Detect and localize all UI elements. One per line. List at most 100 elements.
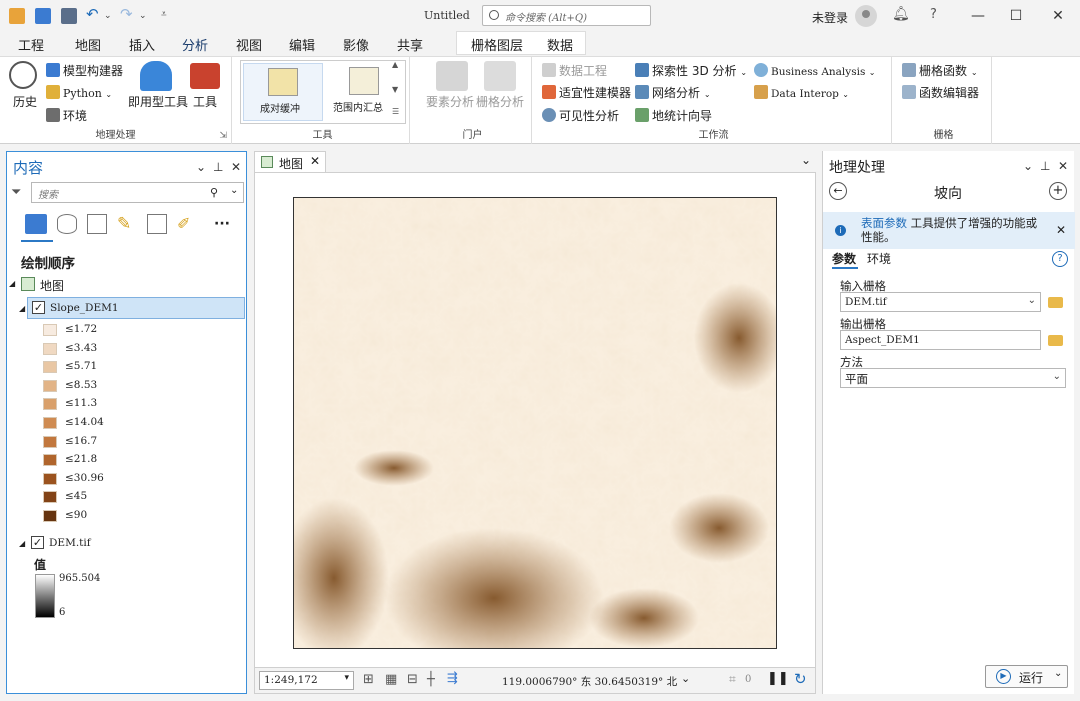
list-by-selection-icon[interactable] [87,214,107,234]
minimize-button[interactable]: — [963,4,993,28]
pin-icon[interactable]: ⊥ [213,160,223,174]
dem-visibility-checkbox[interactable]: ✓ [31,536,44,549]
constraints-icon[interactable]: ⊟ [407,672,418,687]
tab-data[interactable]: 数据 [547,35,573,54]
add-icon[interactable]: + [1049,182,1067,200]
close-button[interactable]: ✕ [1043,4,1073,28]
command-search-input[interactable]: 命令搜索 (Alt+Q) [482,5,651,26]
network-analysis-button[interactable]: 网络分析 ⌄ [635,84,711,101]
filter-icon[interactable]: ⏷ [11,185,21,200]
tools-button[interactable]: 工具 [193,93,217,110]
map-node-label[interactable]: 地图 [40,277,64,294]
list-by-editing-icon[interactable]: ✎ [117,214,131,234]
environments-button[interactable]: 环境 [46,107,87,124]
method-select[interactable]: 平面 ⌄ [840,368,1066,388]
customize-toolbar-icon[interactable]: ⩡ [161,9,177,25]
help-button[interactable]: ? [930,7,937,22]
tab-project[interactable]: 工程 [18,35,44,54]
gallery-scroll-up[interactable]: ▲ [392,60,398,69]
scale-selector[interactable]: 1:249,172 ▾ [259,671,354,690]
maximize-button[interactable]: ☐ [1001,4,1031,28]
tab-environments[interactable]: 环境 [867,250,891,267]
input-raster-field[interactable]: DEM.tif ⌄ [840,292,1041,312]
geostatistical-wizard-button[interactable]: 地统计向导 [635,107,712,124]
notification-bell-icon[interactable]: 🔔︎ [892,6,910,22]
coordinate-format-dropdown[interactable]: ⌄ [681,672,690,685]
ready-to-use-tools-button[interactable]: 即用型工具 [128,93,188,110]
tab-view[interactable]: 视图 [236,35,262,54]
feature-analysis-button[interactable]: 要素分析 [426,93,474,110]
expand-map-icon[interactable]: ◢ [9,279,15,288]
data-interop-button[interactable]: Data Interop ⌄ [754,85,849,100]
history-button[interactable]: 历史 [13,93,37,110]
gallery-scroll-down[interactable]: ▼ [392,85,398,94]
gp-pin-icon[interactable]: ⊥ [1040,159,1050,173]
tab-insert[interactable]: 插入 [129,35,155,54]
dismiss-info-icon[interactable]: ✕ [1056,223,1066,237]
tab-share[interactable]: 共享 [397,35,423,54]
dialog-launcher-icon[interactable]: ⇲ [219,131,227,141]
open-folder-icon[interactable] [35,8,51,24]
raster-analysis-button[interactable]: 栅格分析 [476,93,524,110]
tab-map[interactable]: 地图 [75,35,101,54]
map-view-tab[interactable]: 地图 ✕ [254,151,326,172]
tab-imagery[interactable]: 影像 [343,35,369,54]
tool-help-icon[interactable]: ? [1052,251,1068,267]
info-link[interactable]: 表面参数 [861,216,907,230]
tab-raster-layer[interactable]: 栅格图层 [471,35,523,54]
layer-row-slope[interactable]: ✓ Slope_DEM1 [27,297,245,319]
gallery-expand[interactable]: ☰ [392,107,399,116]
browse-output-folder-icon[interactable] [1048,335,1063,346]
avatar[interactable] [855,5,877,27]
dem-layer-label[interactable]: DEM.tif [49,537,91,549]
expand-slope-icon[interactable]: ◢ [19,304,25,313]
visibility-analysis-button[interactable]: 可见性分析 [542,107,619,124]
function-editor-button[interactable]: 函数编辑器 [902,84,979,101]
grid-icon[interactable]: ▦ [385,672,397,687]
back-icon[interactable]: ← [829,182,847,200]
redo-icon[interactable]: ↷ [120,5,136,23]
exploratory-3d-button[interactable]: 探索性 3D 分析 ⌄ [635,62,747,79]
browse-input-folder-icon[interactable] [1048,297,1063,308]
business-analysis-button[interactable]: Business Analysis ⌄ [754,63,875,78]
close-pane-icon[interactable]: ✕ [231,160,241,174]
tab-analysis[interactable]: 分析 [182,35,209,58]
tab-parameters[interactable]: 参数 [832,250,856,267]
list-by-snapping-icon[interactable] [147,214,167,234]
run-button[interactable]: ▶ 运行 ⌄ [985,665,1068,688]
tab-edit[interactable]: 编辑 [289,35,315,54]
gallery-item-pairwise-buffer[interactable]: 成对缓冲 [243,63,323,121]
suitability-modeler-button[interactable]: 适宜性建模器 [542,84,631,101]
more-options-icon[interactable]: ··· [214,216,230,232]
correction-icon[interactable]: ┼ [427,672,435,687]
map-canvas[interactable] [254,172,816,668]
undo-dropdown-icon[interactable]: ⌄ [104,11,120,27]
contents-search-input[interactable]: 搜索 ⚲ ⌄ [31,182,244,203]
expand-dem-icon[interactable]: ◢ [19,539,25,548]
list-by-drawing-order-icon[interactable] [25,214,47,234]
data-engineering-button[interactable]: 数据工程 [542,62,607,79]
python-button[interactable]: Python ⌄ [46,85,112,100]
undo-icon[interactable]: ↶ [86,5,102,23]
list-by-source-icon[interactable] [57,214,77,234]
pane-options-icon[interactable]: ⌄ [196,160,206,174]
gp-options-icon[interactable]: ⌄ [1023,159,1033,173]
output-raster-field[interactable]: Aspect_DEM1 [840,330,1041,350]
refresh-button[interactable]: ↻ [794,670,807,688]
navigation-icon[interactable]: ⇶ [447,671,458,686]
search-dropdown-icon[interactable]: ⌄ [230,185,238,196]
close-map-tab-icon[interactable]: ✕ [310,154,320,168]
gp-close-icon[interactable]: ✕ [1058,159,1068,173]
layer-visibility-checkbox[interactable]: ✓ [32,301,45,314]
save-icon[interactable] [61,8,77,24]
redo-dropdown-icon[interactable]: ⌄ [139,11,155,27]
new-project-icon[interactable] [9,8,25,24]
raster-functions-button[interactable]: 栅格函数 ⌄ [902,62,978,79]
snapping-icon[interactable]: ⊞ [363,672,374,687]
list-by-labeling-icon[interactable]: ✐ [177,214,190,233]
map-tabs-dropdown-icon[interactable]: ⌄ [801,153,811,167]
sign-in-link[interactable]: 未登录 [812,9,848,26]
model-builder-button[interactable]: 模型构建器 [46,62,123,79]
selection-count-icon[interactable]: ⌗ [729,672,736,687]
pause-drawing-button[interactable]: ❚❚ [767,671,789,686]
